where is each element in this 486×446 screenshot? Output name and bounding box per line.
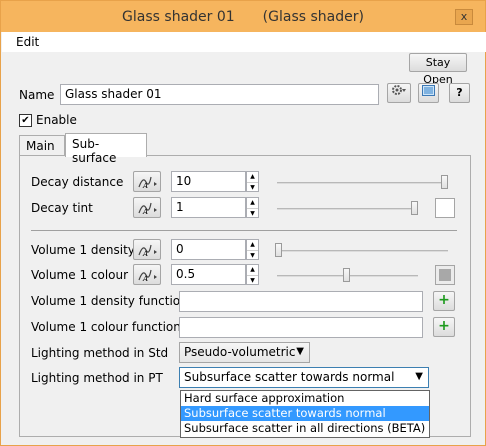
curve-icon: A: [138, 202, 157, 216]
window-title: Glass shader 01 (Glass shader): [122, 9, 364, 25]
decay-tint-input[interactable]: 1: [171, 197, 246, 218]
stay-open-button[interactable]: Stay Open: [409, 53, 467, 86]
volume1-density-function-input[interactable]: [179, 291, 423, 312]
lighting-pt-value: Subsurface scatter towards normal: [184, 370, 395, 384]
svg-text:A: A: [142, 208, 148, 216]
volume1-density-function-label: Volume 1 density function: [31, 294, 188, 308]
enable-label: Enable: [36, 113, 77, 127]
volume1-colour-function-label: Volume 1 colour function: [31, 320, 181, 334]
volume1-colour-label: Volume 1 colour: [31, 268, 129, 282]
svg-text:A: A: [142, 182, 148, 190]
volume1-density-input[interactable]: 0: [171, 239, 246, 260]
decay-distance-label: Decay distance: [31, 175, 124, 189]
decay-distance-slider-thumb[interactable]: [441, 175, 448, 189]
help-button[interactable]: ?: [449, 83, 470, 103]
name-input[interactable]: Glass shader 01: [60, 84, 379, 105]
svg-text:A: A: [142, 250, 148, 258]
volume1-density-slider-thumb[interactable]: [275, 243, 282, 257]
decay-tint-slider-thumb[interactable]: [411, 201, 418, 215]
shader-window: Glass shader 01 (Glass shader) x Edit St…: [0, 0, 486, 446]
volume1-density-slider-track: [277, 250, 448, 252]
volume1-colour-spinner[interactable]: ▲ ▼: [246, 264, 259, 285]
volume1-density-label: Volume 1 density: [31, 243, 135, 257]
add-colour-function-button[interactable]: +: [433, 317, 455, 337]
volume1-colour-curve-button[interactable]: A: [133, 264, 161, 285]
volume1-colour-function-input[interactable]: [179, 317, 423, 338]
decay-distance-input[interactable]: 10: [171, 171, 246, 192]
volume1-colour-slider-thumb[interactable]: [343, 268, 350, 282]
tab-sub-surface[interactable]: Sub-surface: [65, 133, 147, 165]
decay-distance-spinner[interactable]: ▲ ▼: [246, 171, 259, 192]
curve-icon: A: [138, 244, 157, 258]
decay-tint-spinner[interactable]: ▲ ▼: [246, 197, 259, 218]
lighting-std-select[interactable]: Pseudo-volumetric ▼: [179, 342, 310, 363]
tab-main[interactable]: Main: [19, 135, 65, 157]
add-icon: +: [438, 318, 450, 334]
menu-bar: Edit: [2, 32, 486, 52]
curve-icon: A: [138, 269, 157, 283]
lighting-pt-dropdown: Hard surface approximation Subsurface sc…: [180, 390, 430, 438]
preview-icon: [422, 85, 435, 96]
dropdown-option[interactable]: Subsurface scatter in all directions (BE…: [181, 421, 429, 436]
decay-distance-slider-track: [277, 182, 448, 184]
add-density-function-button[interactable]: +: [433, 291, 455, 311]
decay-tint-swatch[interactable]: [435, 198, 455, 218]
dropdown-option[interactable]: Hard surface approximation: [181, 391, 429, 406]
preview-button[interactable]: [418, 83, 439, 103]
settings-icon: [392, 85, 406, 95]
decay-tint-label: Decay tint: [31, 201, 93, 215]
decay-tint-slider-track: [277, 208, 418, 210]
decay-distance-curve-button[interactable]: A: [133, 171, 161, 192]
lighting-std-label: Lighting method in Std: [31, 346, 169, 360]
volume1-density-curve-button[interactable]: A: [133, 239, 161, 260]
curve-icon: A: [138, 176, 157, 190]
chevron-down-icon: ▼: [296, 346, 304, 357]
enable-checkbox[interactable]: ✔: [19, 114, 32, 127]
close-button[interactable]: x: [455, 9, 473, 25]
chevron-down-icon: ▼: [415, 371, 423, 382]
name-label: Name: [19, 88, 55, 102]
title-bar[interactable]: Glass shader 01 (Glass shader) x: [1, 1, 485, 32]
volume1-colour-swatch[interactable]: [435, 265, 455, 285]
divider: [31, 230, 457, 231]
settings-button[interactable]: [387, 83, 411, 103]
lighting-std-value: Pseudo-volumetric: [184, 345, 296, 359]
volume1-colour-input[interactable]: 0.5: [171, 264, 246, 285]
lighting-pt-select[interactable]: Subsurface scatter towards normal ▼: [179, 367, 429, 388]
decay-tint-curve-button[interactable]: A: [133, 197, 161, 218]
volume1-density-spinner[interactable]: ▲ ▼: [246, 239, 259, 260]
add-icon: +: [438, 292, 450, 308]
svg-text:A: A: [142, 275, 148, 283]
dropdown-option-selected[interactable]: Subsurface scatter towards normal: [181, 406, 429, 421]
lighting-pt-label: Lighting method in PT: [31, 371, 163, 385]
menu-edit[interactable]: Edit: [16, 35, 39, 49]
